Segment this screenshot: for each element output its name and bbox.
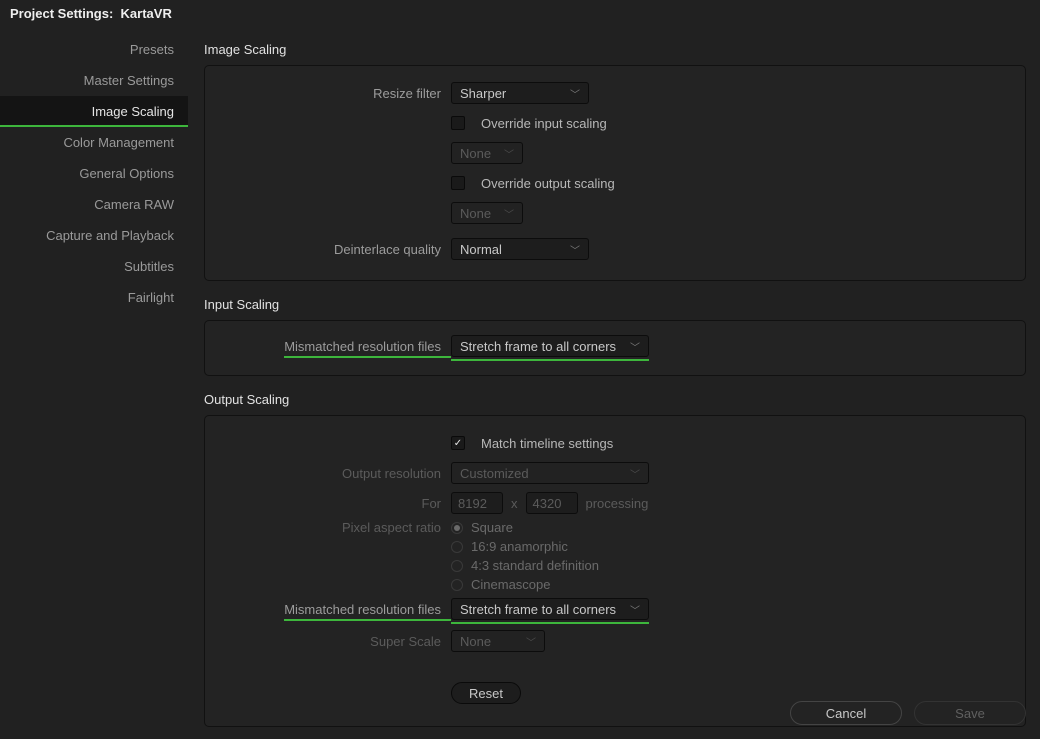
radio-dot-icon (451, 560, 463, 572)
reset-button[interactable]: Reset (451, 682, 521, 704)
dialog-footer: Cancel Save (790, 701, 1026, 725)
checkbox-match-timeline[interactable] (451, 436, 465, 450)
radio-dot-icon (451, 522, 463, 534)
select-override-output-value: None ﹀ (451, 202, 523, 224)
chevron-down-icon: ﹀ (630, 339, 640, 354)
checkbox-override-output[interactable] (451, 176, 465, 190)
label-override-output: Override output scaling (481, 176, 615, 191)
label-input-mismatched: Mismatched resolution files (284, 339, 441, 354)
chevron-down-icon: ﹀ (570, 242, 580, 257)
main-content: Image Scaling Resize filter Sharper ﹀ Ov… (188, 28, 1040, 739)
radio-par-16-9: 16:9 anamorphic (451, 539, 599, 554)
panel-input-scaling: Mismatched resolution files Stretch fram… (204, 320, 1026, 376)
chevron-down-icon: ﹀ (570, 86, 580, 101)
sidebar-item-capture-playback[interactable]: Capture and Playback (0, 220, 188, 251)
sidebar-item-fairlight[interactable]: Fairlight (0, 282, 188, 313)
sidebar-item-image-scaling[interactable]: Image Scaling (0, 96, 188, 127)
label-output-resolution: Output resolution (215, 466, 451, 481)
panel-output-scaling: Match timeline settings Output resolutio… (204, 415, 1026, 727)
select-output-resolution: Customized ﹀ (451, 462, 649, 484)
title-prefix: Project Settings: (10, 6, 113, 21)
cancel-button[interactable]: Cancel (790, 701, 902, 725)
panel-image-scaling: Resize filter Sharper ﹀ Override input s… (204, 65, 1026, 281)
select-output-mismatched[interactable]: Stretch frame to all corners ﹀ (451, 598, 649, 620)
select-super-scale: None ﹀ (451, 630, 545, 652)
sidebar-item-camera-raw[interactable]: Camera RAW (0, 189, 188, 220)
label-resize-filter: Resize filter (215, 86, 451, 101)
sidebar-item-general-options[interactable]: General Options (0, 158, 188, 189)
sidebar-item-color-management[interactable]: Color Management (0, 127, 188, 158)
select-override-input-value: None ﹀ (451, 142, 523, 164)
sidebar: Presets Master Settings Image Scaling Co… (0, 28, 188, 739)
sidebar-item-subtitles[interactable]: Subtitles (0, 251, 188, 282)
select-input-mismatched[interactable]: Stretch frame to all corners ﹀ (451, 335, 649, 357)
radio-dot-icon (451, 579, 463, 591)
radio-par-cinemascope: Cinemascope (451, 577, 599, 592)
label-processing: processing (586, 496, 649, 511)
window-title: Project Settings: KartaVR (0, 0, 1040, 28)
chevron-down-icon: ﹀ (504, 146, 514, 161)
label-output-mismatched: Mismatched resolution files (284, 602, 441, 617)
select-deinterlace[interactable]: Normal ﹀ (451, 238, 589, 260)
checkbox-override-input[interactable] (451, 116, 465, 130)
label-deinterlace: Deinterlace quality (215, 242, 451, 257)
chevron-down-icon: ﹀ (630, 466, 640, 481)
chevron-down-icon: ﹀ (526, 634, 536, 649)
label-match-timeline: Match timeline settings (481, 436, 613, 451)
label-super-scale: Super Scale (215, 634, 451, 649)
sidebar-item-presets[interactable]: Presets (0, 34, 188, 65)
sidebar-item-master-settings[interactable]: Master Settings (0, 65, 188, 96)
title-project: KartaVR (121, 6, 172, 21)
section-heading-input-scaling: Input Scaling (204, 297, 1026, 312)
chevron-down-icon: ﹀ (630, 602, 640, 617)
section-heading-image-scaling: Image Scaling (204, 42, 1026, 57)
section-heading-output-scaling: Output Scaling (204, 392, 1026, 407)
chevron-down-icon: ﹀ (504, 206, 514, 221)
label-override-input: Override input scaling (481, 116, 607, 131)
field-output-height: 4320 (526, 492, 578, 514)
radio-par-square: Square (451, 520, 599, 535)
label-for: For (215, 496, 451, 511)
radio-group-par: Square 16:9 anamorphic 4:3 standard defi… (451, 520, 599, 592)
radio-par-4-3: 4:3 standard definition (451, 558, 599, 573)
label-pixel-aspect-ratio: Pixel aspect ratio (215, 520, 451, 535)
save-button[interactable]: Save (914, 701, 1026, 725)
radio-dot-icon (451, 541, 463, 553)
field-output-width: 8192 (451, 492, 503, 514)
select-resize-filter[interactable]: Sharper ﹀ (451, 82, 589, 104)
